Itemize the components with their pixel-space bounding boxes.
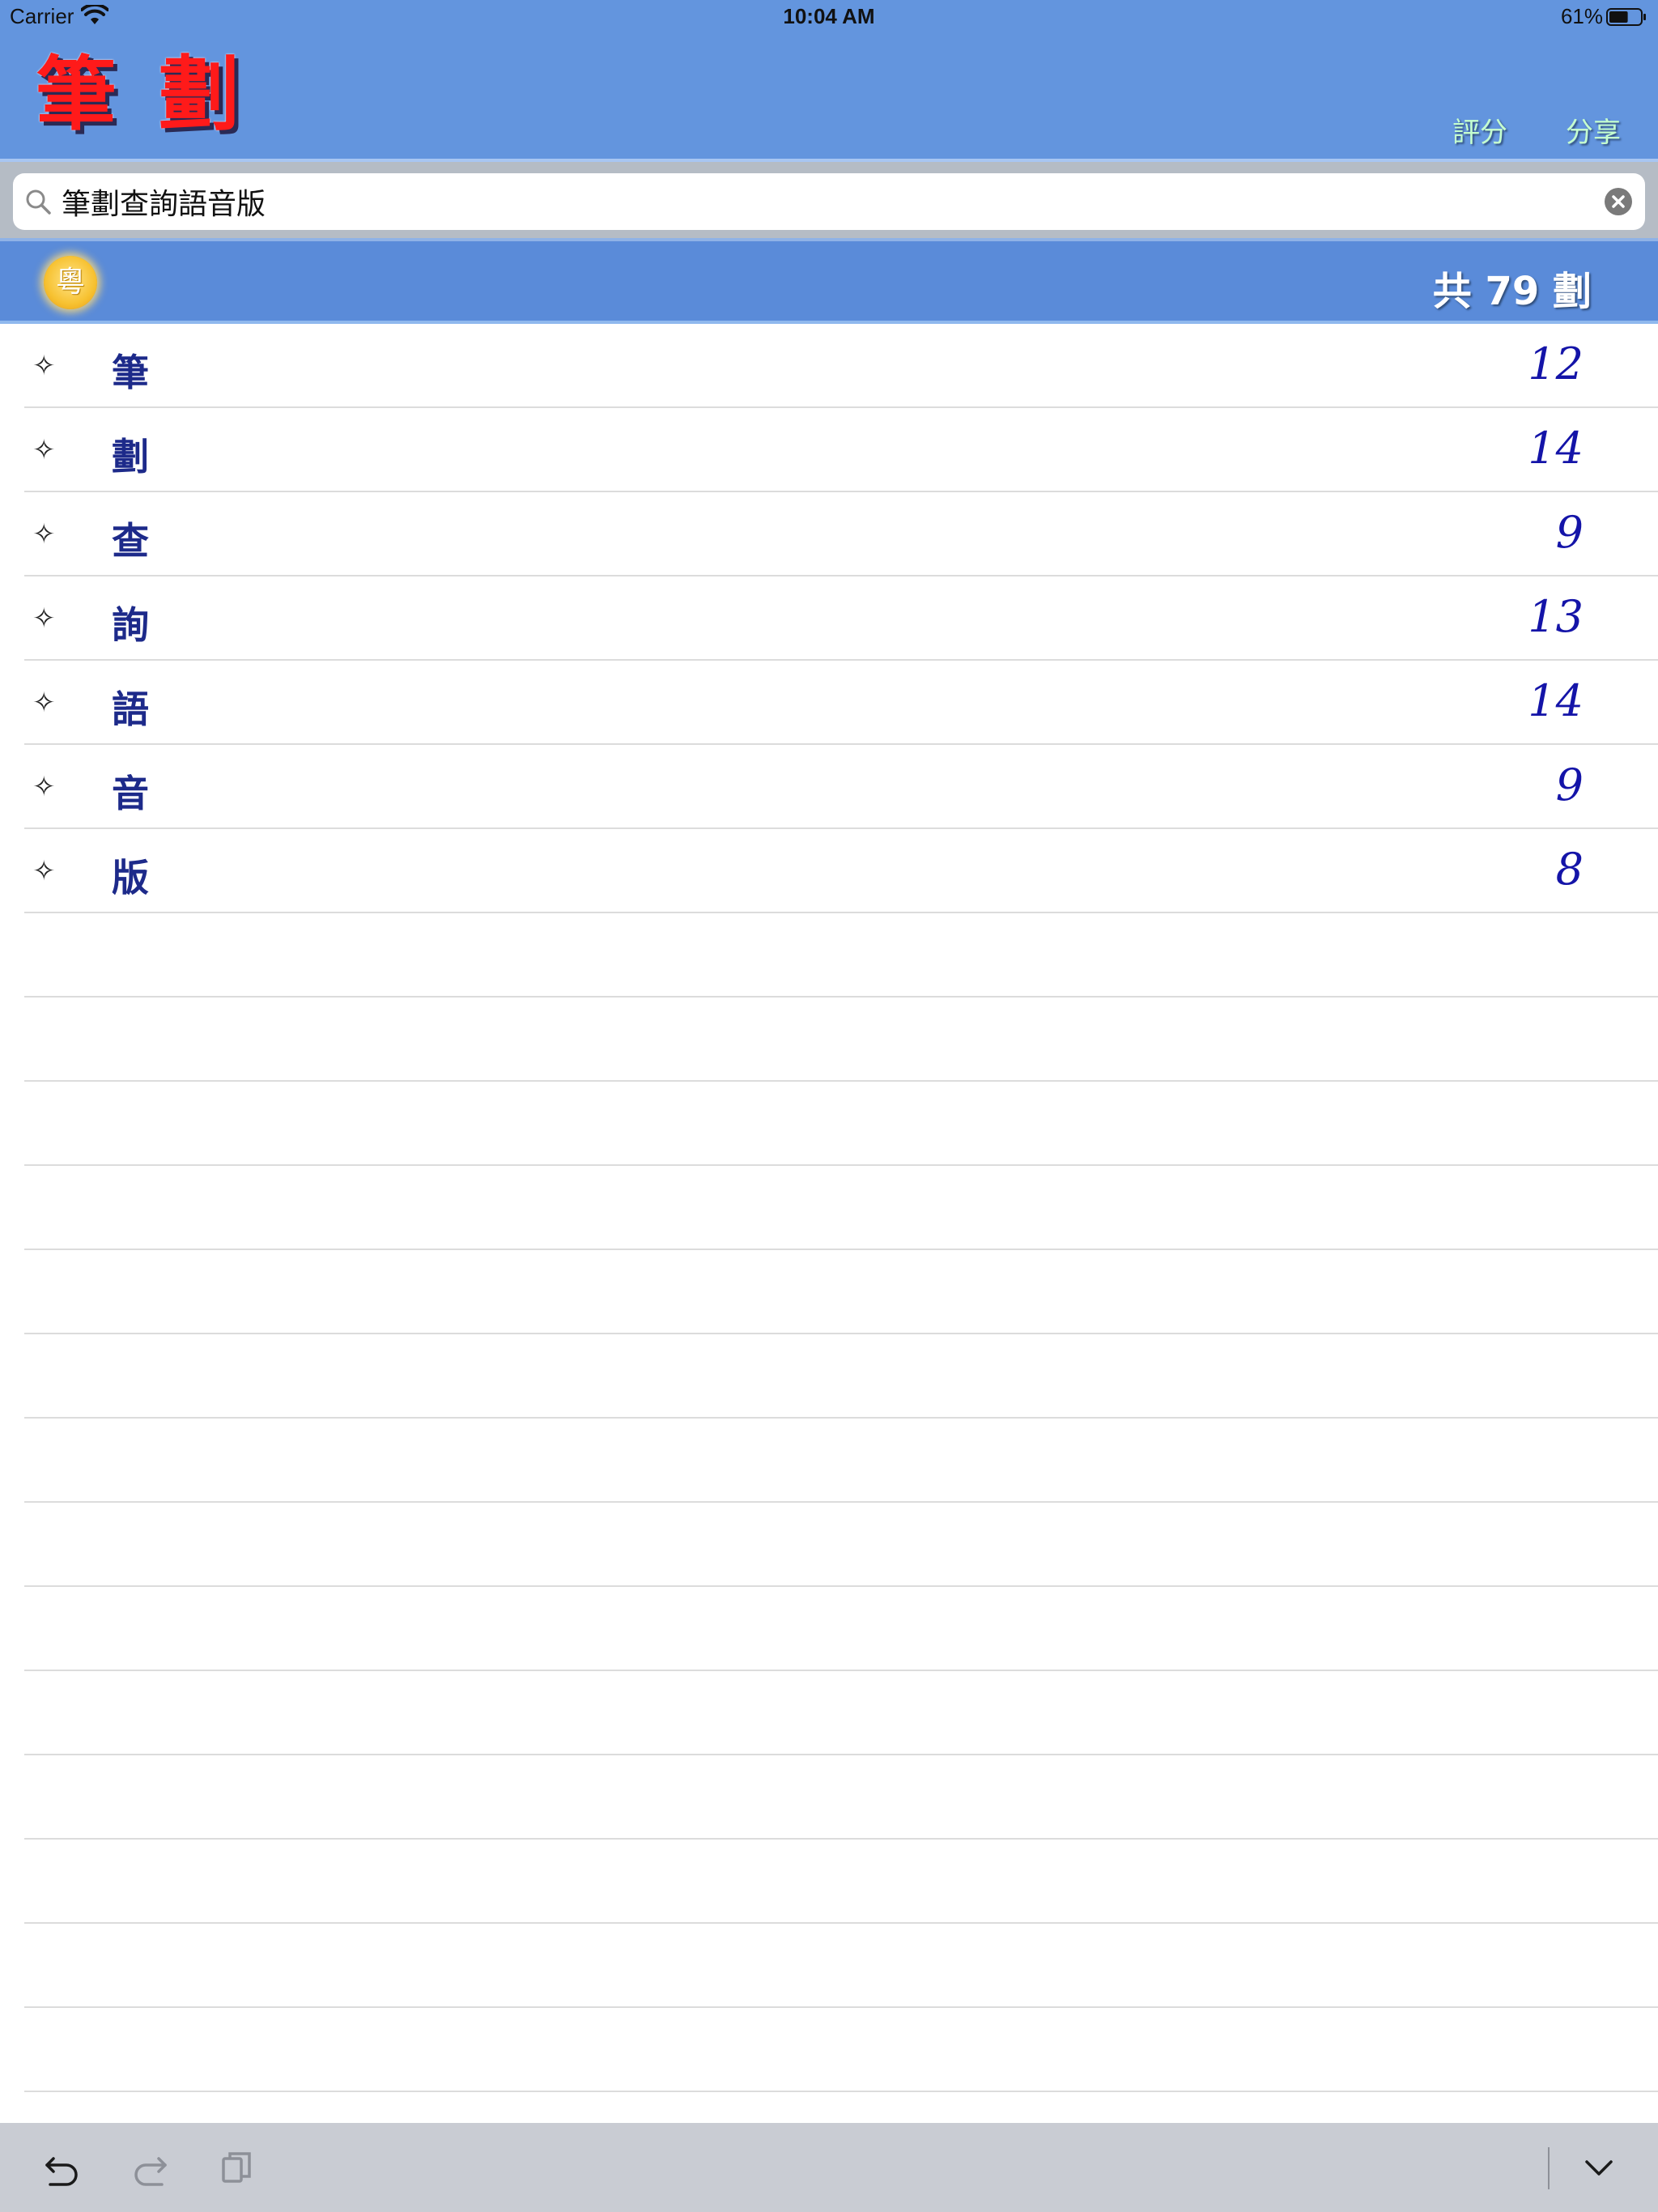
clear-icon[interactable] [1605, 188, 1632, 215]
status-time: 10:04 AM [783, 4, 875, 28]
list-item[interactable]: ✧ 筆 12 [0, 324, 1658, 408]
stroke-count: 14 [1528, 675, 1584, 726]
stroke-count: 12 [1528, 338, 1584, 389]
list-item[interactable]: ✧ 版 8 [0, 829, 1658, 913]
empty-row [0, 1166, 1658, 1250]
list-item[interactable]: ✧ 查 9 [0, 492, 1658, 576]
empty-row [0, 1419, 1658, 1503]
empty-row [0, 1755, 1658, 1840]
cantonese-voice-button[interactable]: 粵 [44, 256, 97, 309]
stroke-count: 9 [1555, 759, 1584, 810]
stroke-list: ✧ 筆 12 ✧ 劃 14 ✧ 查 9 ✧ 詢 13 ✧ 語 14 ✧ 音 9 ✧ 版 8 [0, 324, 1658, 2121]
empty-row [0, 1587, 1658, 1671]
sparkle-icon: ✧ [32, 434, 56, 466]
keyboard-toolbar [0, 2123, 1658, 2212]
stroke-count: 9 [1555, 507, 1584, 558]
empty-row [0, 1250, 1658, 1334]
rate-button[interactable]: 評分 [1452, 110, 1507, 150]
list-item[interactable]: ✧ 語 14 [0, 661, 1658, 745]
empty-row [0, 1924, 1658, 2008]
empty-row [0, 1671, 1658, 1755]
sparkle-icon: ✧ [32, 855, 56, 887]
empty-row [0, 1840, 1658, 1924]
sparkle-icon: ✧ [32, 687, 56, 719]
character-label: 版 [112, 856, 149, 900]
status-bar: Carrier 10:04 AM 61% [0, 0, 1658, 32]
empty-row [0, 1334, 1658, 1419]
list-item[interactable]: ✧ 劃 14 [0, 408, 1658, 492]
sparkle-icon: ✧ [32, 350, 56, 382]
battery-percentage: 61% [1560, 4, 1603, 28]
character-label: 查 [112, 519, 149, 563]
info-bar: 粵 共 79 劃 [0, 241, 1658, 324]
chevron-down-icon[interactable] [1579, 2147, 1619, 2188]
total-strokes-label: 共 79 劃 [1432, 269, 1592, 314]
search-icon [26, 189, 51, 215]
search-bar [0, 162, 1658, 241]
stroke-count: 13 [1528, 591, 1584, 642]
character-label: 劃 [112, 435, 149, 479]
sparkle-icon: ✧ [32, 771, 56, 803]
undo-icon[interactable] [42, 2147, 83, 2188]
paste-icon[interactable] [217, 2147, 257, 2188]
search-field [13, 173, 1645, 230]
sparkle-icon: ✧ [32, 602, 56, 635]
sparkle-icon: ✧ [32, 518, 56, 551]
list-item[interactable]: ✧ 音 9 [0, 745, 1658, 829]
redo-icon[interactable] [130, 2147, 170, 2188]
empty-row [0, 913, 1658, 998]
empty-row [0, 2008, 1658, 2092]
toolbar-separator [1548, 2147, 1550, 2189]
character-label: 筆 [112, 351, 149, 394]
character-label: 音 [112, 772, 149, 815]
character-label: 語 [112, 687, 149, 731]
stroke-count: 8 [1555, 844, 1584, 895]
list-item[interactable]: ✧ 詢 13 [0, 576, 1658, 661]
row-separator [24, 2091, 1658, 2092]
share-button[interactable]: 分享 [1566, 110, 1621, 150]
empty-row [0, 998, 1658, 1082]
app-title: 筆劃 [36, 46, 282, 142]
empty-row [0, 1082, 1658, 1166]
battery-icon [1606, 8, 1646, 26]
character-label: 詢 [112, 603, 149, 647]
search-input[interactable] [62, 173, 1584, 230]
stroke-count: 14 [1528, 423, 1584, 474]
empty-row [0, 1503, 1658, 1587]
header-area: Carrier 10:04 AM 61% 筆劃 評分 分享 [0, 0, 1658, 162]
